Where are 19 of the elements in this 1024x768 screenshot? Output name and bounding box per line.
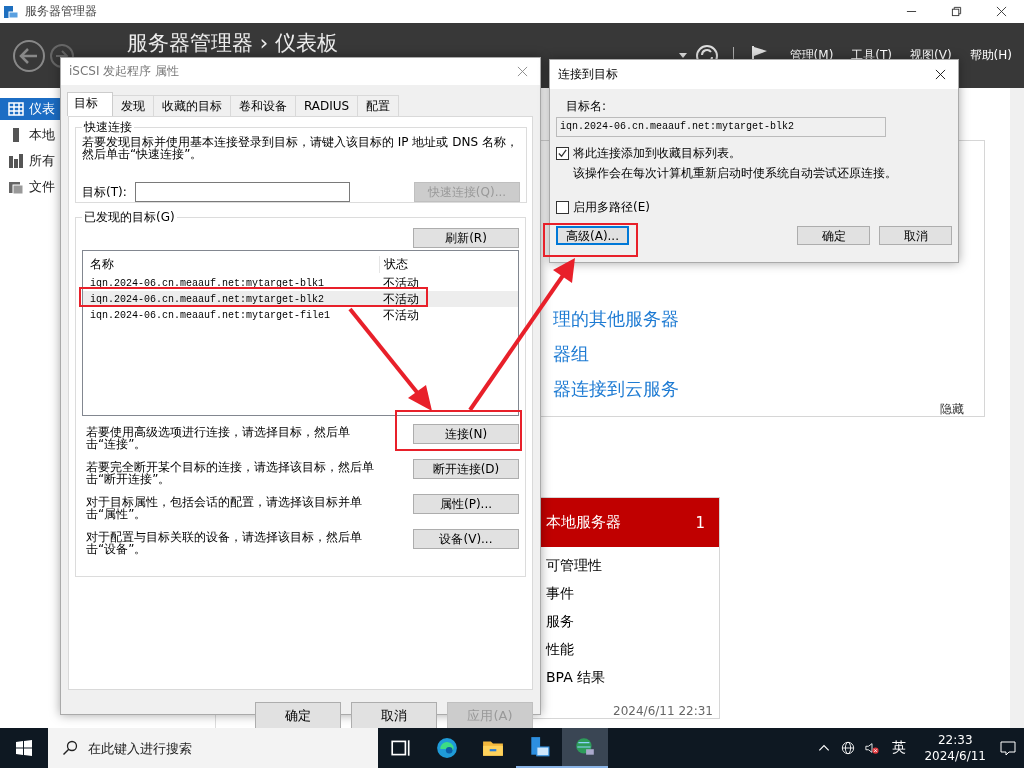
group-label: 已发现的目标(G) (83, 209, 176, 226)
timestamp: 2024/6/11 22:31 (613, 704, 714, 718)
description: 若要完全断开某个目标的连接，请选择该目标，然后单击“断开连接”。 (86, 459, 375, 485)
dialog-title: 连接到目标 (558, 66, 619, 83)
field-label: 目标(T): (82, 183, 127, 201)
breadcrumb: 服务器管理器 › 仪表板 (127, 30, 338, 57)
window-title: 服务器管理器 (25, 3, 97, 20)
tile-count: 1 (695, 513, 705, 532)
note: 该操作会在每次计算机重新启动时使系统自动尝试还原连接。 (573, 166, 898, 180)
tile-title: 本地服务器 (546, 513, 621, 532)
time: 22:33 (937, 732, 973, 748)
description: 对于配置与目标关联的设备，请选择该目标，然后单击“设备”。 (86, 529, 363, 555)
date: 2024/6/11 (924, 748, 986, 764)
description: 若要使用高级选项进行连接，请选择目标，然后单击“连接”。 (86, 424, 351, 450)
group-label: 快速连接 (83, 119, 133, 136)
field-label: 目标名: (566, 99, 608, 113)
description: 对于目标属性，包括会话的配置，请选择该目标并单击“属性”。 (86, 494, 363, 520)
description: 若要发现目标并使用基本连接登录到目标，请键入该目标的 IP 地址或 DNS 名称，然后单击“快速连接”。 (82, 136, 519, 160)
dialog-title: iSCSI 发起程序 属性 (69, 63, 181, 80)
